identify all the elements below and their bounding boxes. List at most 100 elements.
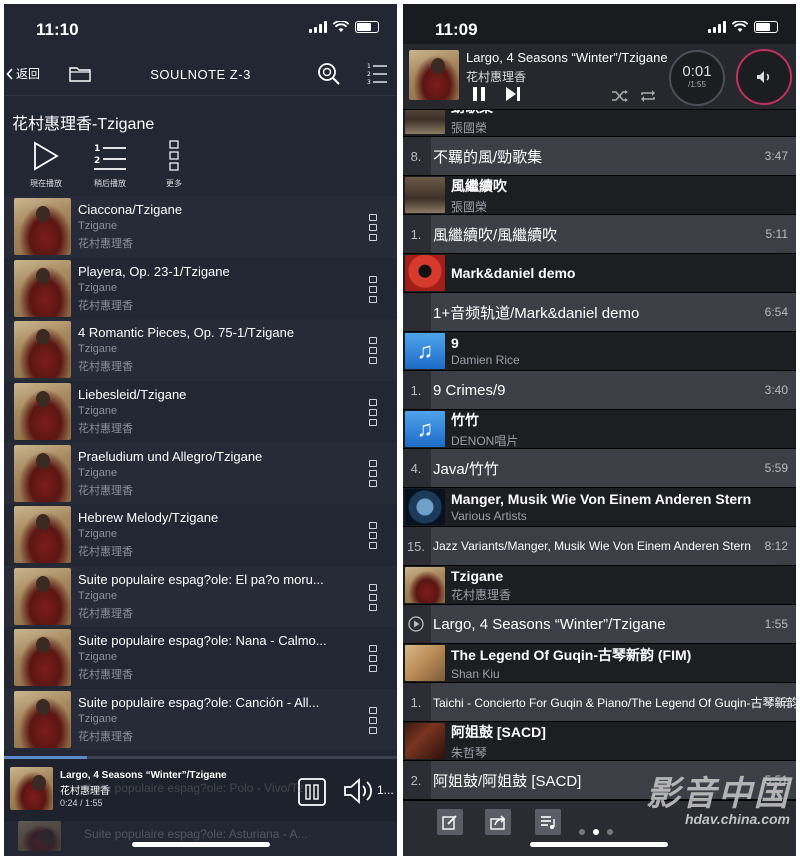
volume-icon[interactable] (342, 777, 374, 805)
player-more[interactable]: 1... (377, 783, 394, 797)
track-more-icon[interactable] (369, 460, 377, 488)
song-row[interactable]: 15. Jazz Variants/Manger, Musik Wie Von E… (403, 527, 796, 566)
track-album: Tzigane (78, 589, 118, 602)
album-title: 花村惠理香-Tzigane (12, 116, 155, 133)
pause-button[interactable] (471, 86, 487, 102)
track-artist: 花村惠理香 (78, 484, 133, 497)
album-cover (14, 383, 71, 441)
track-artist: 花村惠理香 (78, 669, 133, 682)
status-icons (708, 21, 778, 33)
track-name: Liebesleid/Tzigane (78, 387, 187, 403)
more-label: 更多 (166, 179, 182, 188)
album-title: Manger, Musik Wie Von Einem Anderen Ster… (451, 491, 752, 507)
album-artist: 張國榮 (451, 120, 488, 135)
track-more-icon[interactable] (369, 583, 377, 611)
song-row[interactable]: 8. 不羈的風/勁歌集 3:47 (403, 137, 796, 176)
album-row[interactable]: Manger, Musik Wie Von Einem Anderen Ster… (403, 488, 796, 527)
status-time: 11:10 (36, 20, 79, 39)
album-row[interactable]: 阿姐鼓 [SACD] 朱哲琴 (403, 722, 796, 761)
share-button[interactable] (485, 809, 511, 835)
home-indicator[interactable] (132, 842, 270, 847)
now-playing-artist: 花村惠理香 (466, 70, 527, 84)
track-row[interactable]: Suite populaire espag?ole: Nana - Calmo.… (4, 627, 397, 689)
track-album: Tzigane (78, 405, 118, 418)
track-row[interactable]: Suite populaire espag?ole: El pa?o moru.… (4, 565, 397, 628)
now-playing-time: 0:24 / 1:55 (60, 798, 103, 808)
home-indicator[interactable] (530, 842, 668, 847)
track-row[interactable]: Liebesleid/Tzigane Tzigane 花村惠理香 (4, 381, 397, 443)
signal-icon (309, 21, 327, 33)
battery-icon (355, 21, 379, 33)
play-now-button[interactable]: 現在播放 (14, 136, 78, 196)
more-button[interactable]: 更多 (142, 136, 206, 196)
track-row[interactable]: Suite populaire espag?ole: Canción - All… (4, 688, 397, 751)
track-name: Suite populaire espag?ole: Nana - Calmo.… (78, 633, 327, 649)
track-more-icon[interactable] (369, 521, 377, 549)
album-row[interactable]: ♫ 9 Damien Rice (403, 332, 796, 371)
album-cover (14, 567, 71, 625)
album-cover (405, 489, 445, 525)
song-row[interactable]: 1. 風繼續吹/風繼續吹 5:11 (403, 215, 796, 254)
volume-button[interactable] (736, 49, 792, 105)
album-cover (14, 198, 71, 256)
album-row[interactable]: 風繼續吹 張國榮 (403, 176, 796, 215)
song-row[interactable]: Largo, 4 Seasons “Winter”/Tzigane 1:55 (403, 605, 796, 644)
faded-track-name: Suite populaire espag?ole: Asturiana - A… (84, 827, 308, 841)
album-cover (405, 177, 445, 213)
watermark-main: 影音中国 (646, 775, 790, 813)
status-icons (309, 21, 379, 33)
album-title: 9 (451, 335, 459, 351)
track-list: Ciaccona/Tzigane Tzigane 花村惠理香 Playera, Op… (4, 196, 397, 751)
song-duration: 5:11 (765, 227, 788, 241)
edit-button[interactable] (437, 809, 463, 835)
track-row[interactable]: 4 Romantic Pieces, Op. 75-1/Tzigane Tziga… (4, 319, 397, 381)
album-row[interactable]: Mark&daniel demo (403, 254, 796, 293)
svg-text:2: 2 (94, 156, 100, 166)
track-more-icon[interactable] (369, 275, 377, 303)
song-row[interactable]: 1+音频轨道/Mark&daniel demo 6:54 (403, 293, 796, 332)
track-artist: 花村惠理香 (78, 423, 133, 436)
now-playing-header[interactable]: Largo, 4 Seasons “Winter”/Tzigane 花村惠理香 … (403, 44, 796, 110)
track-name: Ciaccona/Tzigane (78, 202, 183, 218)
track-artist: 花村惠理香 (78, 361, 133, 374)
album-row[interactable]: ♫ 竹竹 DENON唱片 (403, 410, 796, 449)
track-more-icon[interactable] (369, 337, 377, 365)
album-cover (14, 321, 71, 379)
album-cover (405, 567, 445, 603)
album-cover: ♫ (405, 411, 445, 447)
playlist-button[interactable] (535, 809, 561, 835)
playlist-icon (541, 816, 555, 829)
repeat-icon[interactable] (639, 89, 657, 103)
shuffle-icon[interactable] (611, 89, 629, 103)
song-title: Java/竹竹 (431, 449, 796, 487)
total-time: /1:55 (688, 80, 706, 89)
next-track-button[interactable] (505, 86, 521, 102)
track-more-icon[interactable] (369, 214, 377, 241)
track-artist: 花村惠理香 (78, 299, 133, 312)
svg-text:2: 2 (367, 71, 371, 78)
track-row[interactable]: Hebrew Melody/Tzigane Tzigane 花村惠理香 (4, 504, 397, 566)
search-icon[interactable] (317, 62, 341, 86)
album-row[interactable]: Tzigane 花村惠理香 (403, 566, 796, 605)
track-name: Playera, Op. 23-1/Tzigane (78, 263, 230, 279)
song-duration: 6:54 (764, 305, 788, 319)
track-row[interactable]: Playera, Op. 23-1/Tzigane Tzigane 花村惠理香 (4, 258, 397, 320)
song-title: Jazz Variants/Manger, Musik Wie Von Eine… (431, 527, 796, 565)
track-row[interactable]: Ciaccona/Tzigane Tzigane 花村惠理香 (4, 196, 397, 258)
play-later-button[interactable]: 12 稍后播放 (78, 136, 142, 196)
album-cover (405, 723, 445, 759)
track-more-icon[interactable] (369, 398, 377, 426)
song-row[interactable]: 1. 9 Crimes/9 3:40 (403, 371, 796, 410)
now-playing-cover (409, 50, 459, 100)
album-row[interactable]: The Legend Of Guqin-古琴新韵 (FIM) Shan Kiu (403, 644, 796, 683)
song-duration: 3:40 (764, 383, 788, 397)
album-title: 竹竹 (451, 411, 479, 428)
album-cover: ♫ (405, 333, 445, 369)
track-more-icon[interactable] (369, 645, 377, 673)
track-row[interactable]: Praeludium und Allegro/Tzigane Tzigane 花村惠… (4, 442, 397, 504)
song-row[interactable]: 1. Taichi - Concierto For Guqin & Piano/T… (403, 683, 796, 722)
queue-list-icon[interactable]: 123 (366, 61, 388, 85)
album-row[interactable]: 勁歌集張國榮 (403, 110, 796, 137)
track-more-icon[interactable] (369, 706, 377, 734)
song-row[interactable]: 4. Java/竹竹 5:59 (403, 449, 796, 488)
